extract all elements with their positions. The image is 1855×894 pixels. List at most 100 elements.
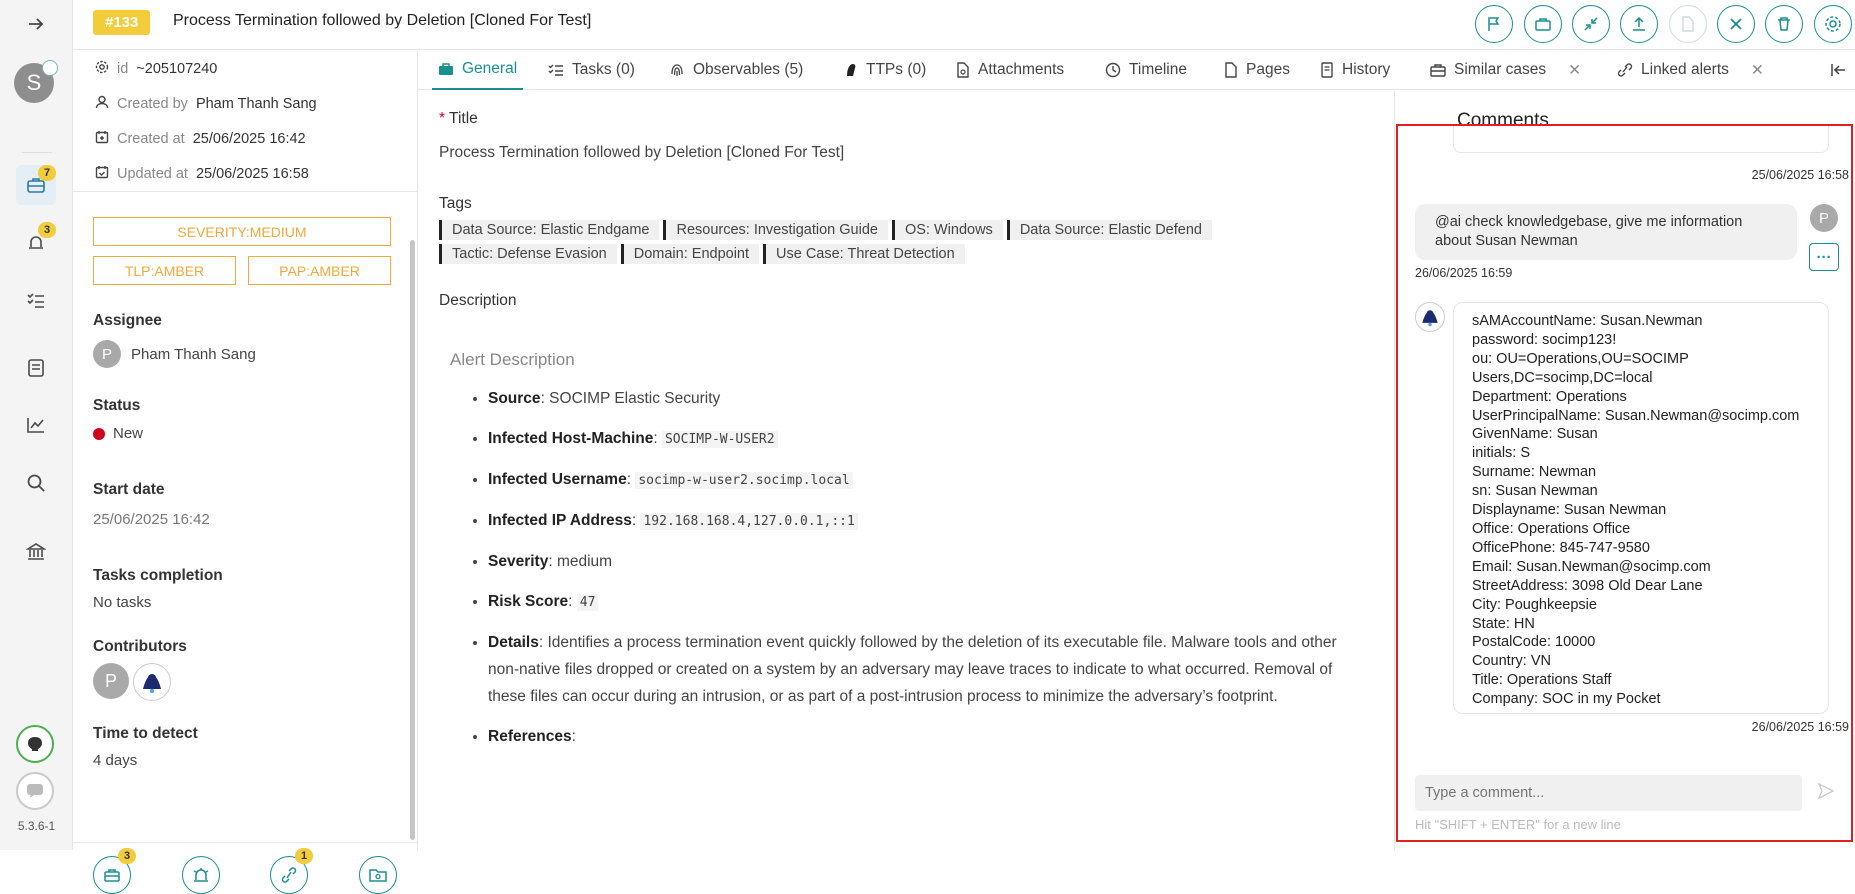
close-tab-icon[interactable]: ✕ — [1568, 61, 1581, 80]
start-date-heading: Start date — [93, 481, 165, 498]
tab-general[interactable]: General — [432, 50, 524, 90]
add-file-button[interactable] — [1669, 5, 1707, 43]
updated-at-row: Updated at 25/06/2025 16:58 — [95, 165, 309, 183]
link-icon — [281, 867, 297, 883]
tasks-completion-heading: Tasks completion — [93, 567, 223, 584]
close-case-button[interactable] — [1717, 5, 1755, 43]
version-label: 5.3.6-1 — [17, 819, 56, 833]
tab-history[interactable]: History — [1320, 50, 1390, 90]
created-at-value: 25/06/2025 16:42 — [192, 131, 306, 147]
avatar: P — [93, 340, 121, 368]
tab-linked-alerts[interactable]: Linked alerts ✕ — [1617, 50, 1764, 90]
case-title: Process Termination followed by Deletion… — [173, 12, 592, 29]
flag-icon — [1488, 17, 1500, 31]
created-by-row: Created by Pham Thanh Sang — [95, 95, 317, 113]
flag-button[interactable] — [1475, 5, 1513, 43]
tab-similar-cases[interactable]: Similar cases ✕ — [1430, 50, 1581, 90]
tasks-completion-value: No tasks — [93, 594, 152, 611]
file-add-icon — [1682, 16, 1694, 32]
description-list: Source: SOCIMP Elastic Security Infected… — [488, 385, 1368, 763]
related-cases-button[interactable]: 3 — [93, 848, 136, 894]
tlp-tag[interactable]: TLP:AMBER — [93, 256, 236, 285]
dashboard-chart-icon[interactable] — [16, 405, 56, 445]
details-scrollbar[interactable] — [410, 240, 415, 840]
user-icon — [95, 95, 109, 113]
chat-icon[interactable] — [16, 772, 54, 810]
related-alerts-button[interactable] — [182, 856, 220, 894]
tag-chip[interactable]: Resources: Investigation Guide — [663, 220, 888, 240]
ai-bot-avatar — [133, 663, 171, 701]
link-icon — [1617, 63, 1633, 77]
highlight-frame — [1396, 124, 1853, 842]
severity-tag[interactable]: SEVERITY:MEDIUM — [93, 217, 391, 246]
collapse-panel-button[interactable] — [1830, 50, 1848, 90]
assignee-heading: Assignee — [93, 312, 162, 329]
related-observables-button[interactable]: 1 — [270, 848, 313, 894]
title-value[interactable]: Process Termination followed by Deletion… — [439, 144, 844, 162]
close-icon — [1730, 18, 1742, 30]
tags-label: Tags — [439, 195, 472, 212]
merge-cases-button[interactable] — [1524, 5, 1562, 43]
tab-observables[interactable]: Observables (5) — [669, 50, 803, 90]
organisation-bank-icon[interactable] — [16, 532, 56, 572]
tab-pages[interactable]: Pages — [1224, 50, 1290, 90]
status-value: New — [113, 425, 144, 442]
updated-at-value: 25/06/2025 16:58 — [195, 166, 309, 182]
tasks-icon[interactable] — [16, 280, 56, 320]
title-label: * Title — [439, 110, 478, 127]
procedures-button[interactable] — [359, 856, 397, 894]
list-item: References: — [488, 723, 1368, 750]
description-label: Description — [439, 292, 517, 309]
tag-chip[interactable]: Data Source: Elastic Endgame — [439, 220, 660, 240]
assignee-name: Pham Thanh Sang — [131, 345, 256, 363]
briefcase-icon — [1430, 64, 1446, 77]
tab-attachments[interactable]: Attachments — [956, 50, 1064, 90]
knowledge-base-icon[interactable] — [16, 348, 56, 388]
expand-arrow-icon[interactable] — [16, 4, 56, 44]
cases-badge: 7 — [38, 165, 56, 181]
tag-chip[interactable]: Use Case: Threat Detection — [763, 244, 965, 264]
start-date-value[interactable]: 25/06/2025 16:42 — [93, 511, 210, 528]
id-row: id ~205107240 — [95, 60, 217, 78]
brain-ai-icon[interactable] — [16, 725, 54, 763]
attachment-file-icon — [957, 62, 969, 78]
tab-timeline[interactable]: Timeline — [1105, 50, 1187, 90]
contributors-list: P — [93, 663, 171, 701]
assignee-field[interactable]: P Pham Thanh Sang — [93, 340, 256, 368]
tag-chip[interactable]: Data Source: Elastic Defend — [1006, 220, 1212, 240]
tab-ttps[interactable]: TTPs (0) — [844, 50, 926, 90]
clock-icon — [1105, 62, 1121, 78]
delete-case-button[interactable] — [1765, 5, 1803, 43]
list-item: Infected IP Address: 192.168.168.4,127.0… — [488, 507, 1368, 535]
briefcase-merge-icon — [1535, 18, 1551, 31]
folder-gear-icon — [369, 869, 387, 882]
tag-chip[interactable]: Domain: Endpoint — [620, 244, 760, 264]
list-item: Details: Identifies a process terminatio… — [488, 629, 1368, 710]
tag-chip[interactable]: OS: Windows — [891, 220, 1003, 240]
status-field[interactable]: New — [93, 425, 143, 442]
upload-icon — [1633, 16, 1645, 31]
user-avatar[interactable]: S — [14, 60, 58, 103]
alerts-icon[interactable]: 3 — [16, 222, 56, 262]
tasks-list-icon — [548, 64, 563, 76]
list-item: Risk Score: 47 — [488, 588, 1368, 616]
book-icon — [1321, 62, 1333, 78]
case-number-badge: #133 — [93, 10, 151, 35]
page-icon — [1225, 62, 1237, 78]
alarm-icon — [193, 868, 209, 882]
case-tabs: General Tasks (0) Observables (5) TTPs (… — [418, 50, 1855, 90]
time-to-detect-value: 4 days — [93, 752, 138, 769]
ninja-icon — [847, 64, 856, 76]
tab-tasks[interactable]: Tasks (0) — [548, 50, 635, 90]
cases-icon[interactable]: 7 — [16, 165, 56, 205]
search-icon[interactable] — [16, 463, 56, 503]
export-button[interactable] — [1620, 5, 1658, 43]
pap-tag[interactable]: PAP:AMBER — [248, 256, 391, 285]
tag-chip[interactable]: Tactic: Defense Evasion — [439, 244, 617, 264]
list-item: Infected Username: socimp-w-user2.socimp… — [488, 466, 1368, 494]
close-tab-icon[interactable]: ✕ — [1751, 61, 1764, 80]
collapse-button[interactable] — [1572, 5, 1610, 43]
tags-list: Data Source: Elastic Endgame Resources: I… — [439, 220, 1259, 268]
settings-button[interactable] — [1814, 5, 1852, 43]
list-item: Severity: medium — [488, 548, 1368, 575]
